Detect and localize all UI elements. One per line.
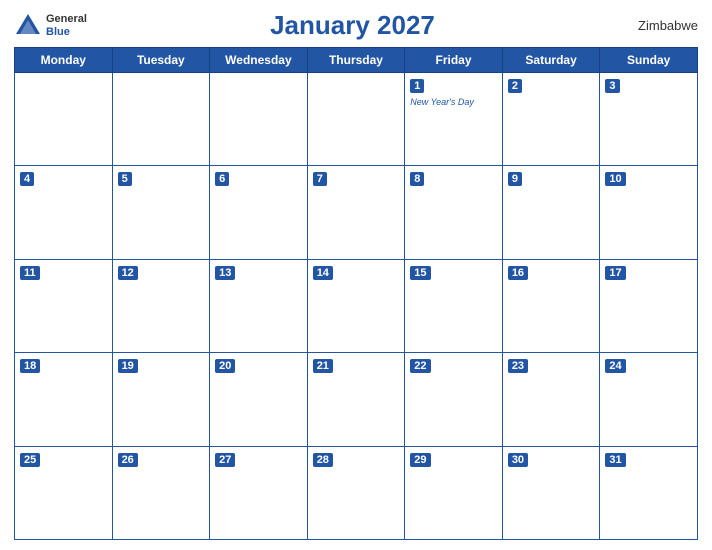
calendar-cell: 15 — [405, 259, 503, 352]
logo-general-text: General — [46, 13, 87, 25]
day-number: 6 — [215, 172, 229, 186]
calendar-table: MondayTuesdayWednesdayThursdayFridaySatu… — [14, 47, 698, 540]
day-number: 2 — [508, 79, 522, 93]
calendar-cell: 0 — [112, 73, 210, 166]
day-of-week-tuesday: Tuesday — [112, 48, 210, 73]
calendar-week-4: 18 19 20 21 22 23 24 — [15, 353, 698, 446]
calendar-week-3: 11 12 13 14 15 16 17 — [15, 259, 698, 352]
day-number: 30 — [508, 453, 528, 467]
page-header: General Blue January 2027 Zimbabwe — [14, 10, 698, 41]
day-number: 16 — [508, 266, 528, 280]
day-number: 7 — [313, 172, 327, 186]
day-number: 27 — [215, 453, 235, 467]
day-of-week-sunday: Sunday — [600, 48, 698, 73]
day-number: 22 — [410, 359, 430, 373]
days-of-week-row: MondayTuesdayWednesdayThursdayFridaySatu… — [15, 48, 698, 73]
calendar-cell: 25 — [15, 446, 113, 539]
day-number: 9 — [508, 172, 522, 186]
calendar-cell: 27 — [210, 446, 308, 539]
day-of-week-saturday: Saturday — [502, 48, 600, 73]
calendar-cell: 30 — [502, 446, 600, 539]
day-number: 26 — [118, 453, 138, 467]
calendar-cell: 2 — [502, 73, 600, 166]
day-number: 4 — [20, 172, 34, 186]
calendar-cell: 0 — [307, 73, 405, 166]
day-number: 8 — [410, 172, 424, 186]
calendar-cell: 0 — [210, 73, 308, 166]
calendar-cell: 7 — [307, 166, 405, 259]
calendar-cell: 17 — [600, 259, 698, 352]
day-of-week-friday: Friday — [405, 48, 503, 73]
day-number: 23 — [508, 359, 528, 373]
day-number: 14 — [313, 266, 333, 280]
calendar-body: 00001New Year's Day234567891011121314151… — [15, 73, 698, 540]
logo: General Blue — [14, 12, 87, 40]
calendar-cell: 21 — [307, 353, 405, 446]
holiday-label: New Year's Day — [410, 97, 497, 109]
logo-text: General Blue — [46, 13, 87, 37]
calendar-cell: 8 — [405, 166, 503, 259]
calendar-cell: 16 — [502, 259, 600, 352]
logo-icon — [14, 12, 42, 40]
calendar-cell: 31 — [600, 446, 698, 539]
calendar-cell: 10 — [600, 166, 698, 259]
day-number: 10 — [605, 172, 625, 186]
day-number: 3 — [605, 79, 619, 93]
day-number: 25 — [20, 453, 40, 467]
calendar-cell: 12 — [112, 259, 210, 352]
calendar-cell: 19 — [112, 353, 210, 446]
day-number: 5 — [118, 172, 132, 186]
day-number: 15 — [410, 266, 430, 280]
calendar-header: MondayTuesdayWednesdayThursdayFridaySatu… — [15, 48, 698, 73]
day-of-week-wednesday: Wednesday — [210, 48, 308, 73]
calendar-cell: 13 — [210, 259, 308, 352]
day-number: 20 — [215, 359, 235, 373]
day-number: 28 — [313, 453, 333, 467]
calendar-cell: 24 — [600, 353, 698, 446]
calendar-cell: 4 — [15, 166, 113, 259]
calendar-cell: 26 — [112, 446, 210, 539]
day-number: 24 — [605, 359, 625, 373]
calendar-cell: 29 — [405, 446, 503, 539]
calendar-cell: 20 — [210, 353, 308, 446]
day-of-week-monday: Monday — [15, 48, 113, 73]
calendar-cell: 3 — [600, 73, 698, 166]
day-number: 29 — [410, 453, 430, 467]
day-number: 31 — [605, 453, 625, 467]
calendar-cell: 23 — [502, 353, 600, 446]
calendar-cell: 18 — [15, 353, 113, 446]
calendar-week-5: 25 26 27 28 29 30 31 — [15, 446, 698, 539]
day-number: 21 — [313, 359, 333, 373]
calendar-cell: 0 — [15, 73, 113, 166]
day-number: 13 — [215, 266, 235, 280]
calendar-cell: 1 New Year's Day — [405, 73, 503, 166]
day-number: 1 — [410, 79, 424, 93]
day-number: 19 — [118, 359, 138, 373]
calendar-title: January 2027 — [87, 10, 618, 41]
calendar-week-1: 00001New Year's Day23 — [15, 73, 698, 166]
day-number: 17 — [605, 266, 625, 280]
day-number: 18 — [20, 359, 40, 373]
calendar-cell: 22 — [405, 353, 503, 446]
calendar-cell: 6 — [210, 166, 308, 259]
calendar-cell: 5 — [112, 166, 210, 259]
calendar-cell: 9 — [502, 166, 600, 259]
day-of-week-thursday: Thursday — [307, 48, 405, 73]
calendar-cell: 28 — [307, 446, 405, 539]
calendar-week-2: 4 5 6 7 8 9 10 — [15, 166, 698, 259]
calendar-cell: 11 — [15, 259, 113, 352]
logo-blue-text: Blue — [46, 26, 87, 38]
country-label: Zimbabwe — [618, 18, 698, 33]
day-number: 11 — [20, 266, 40, 280]
calendar-cell: 14 — [307, 259, 405, 352]
day-number: 12 — [118, 266, 138, 280]
